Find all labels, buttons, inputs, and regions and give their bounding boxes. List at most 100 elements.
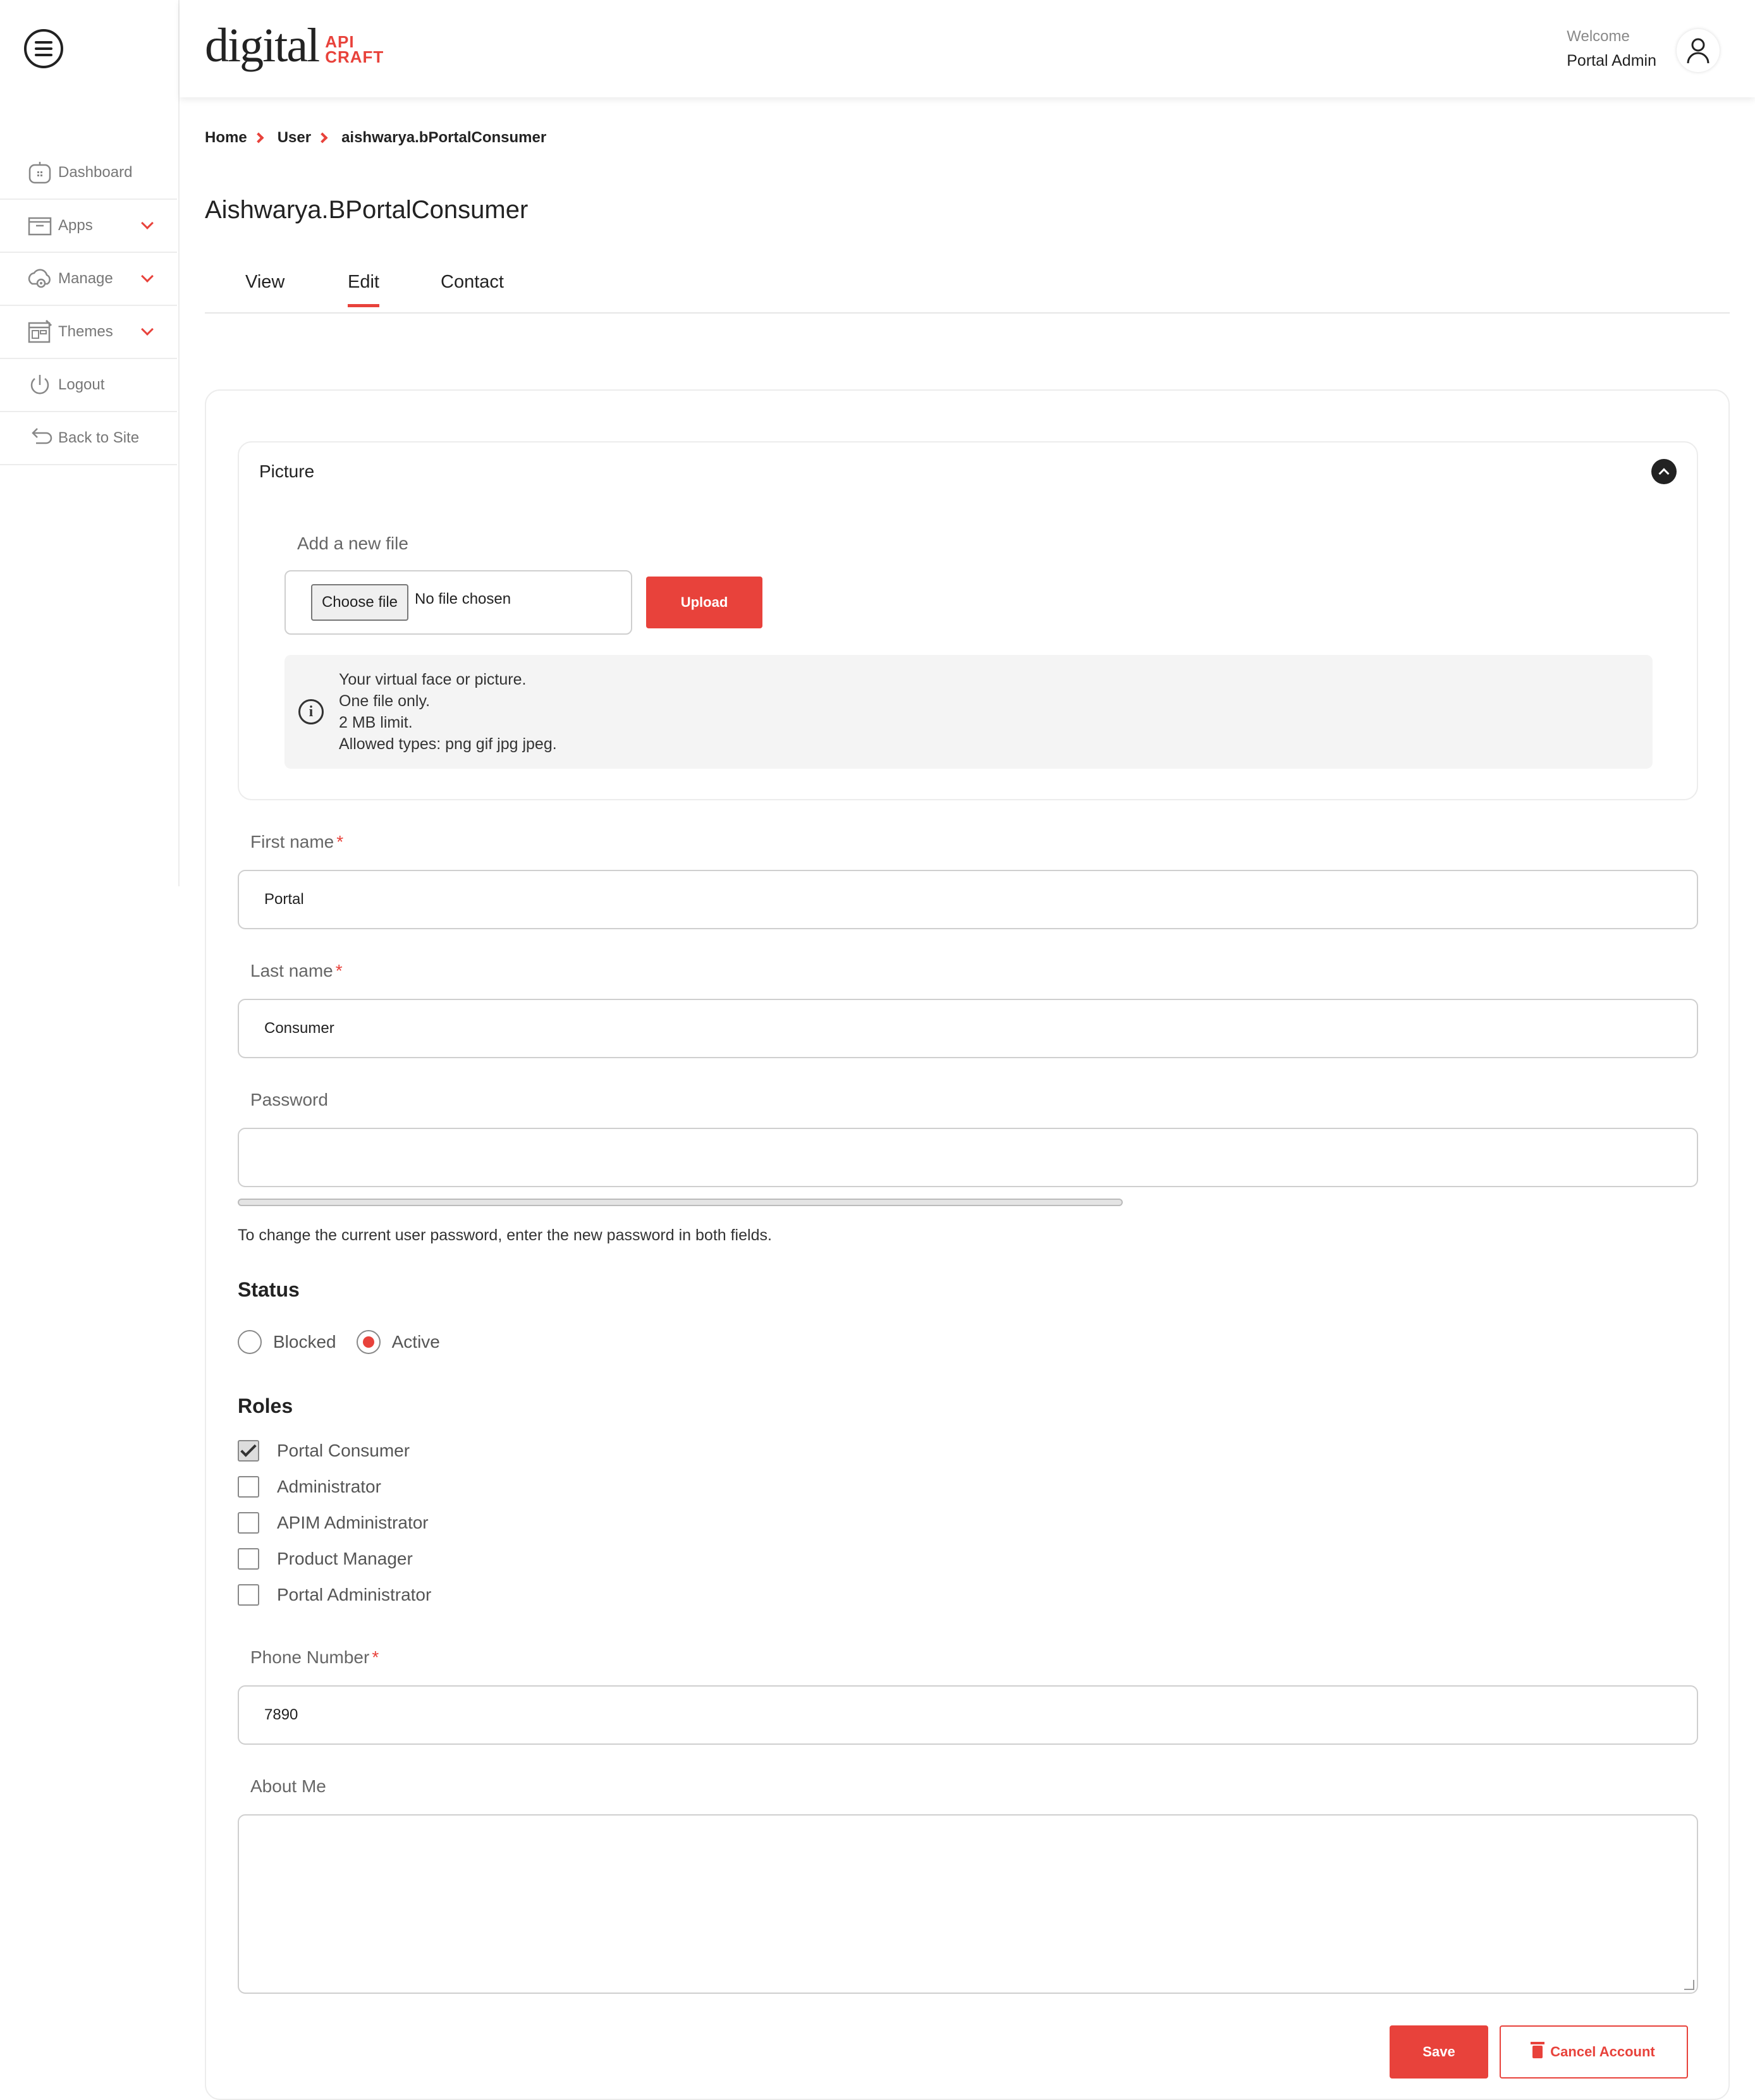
password-strength-bar xyxy=(238,1199,1123,1206)
chevron-up-icon[interactable] xyxy=(1651,459,1677,484)
role-administrator[interactable]: Administrator xyxy=(238,1476,381,1498)
file-input[interactable]: Choose file No file chosen xyxy=(284,570,632,635)
tab-edit[interactable]: Edit xyxy=(348,272,379,307)
chevron-down-icon[interactable] xyxy=(141,270,154,283)
sidebar-item-label: Themes xyxy=(58,323,113,340)
first-name-input[interactable]: Portal xyxy=(238,870,1698,929)
sidebar-item-themes[interactable]: Themes xyxy=(0,306,177,359)
brand-logo[interactable]: digital API CRAFT xyxy=(205,21,384,70)
sidebar-item-back-to-site[interactable]: Back to Site xyxy=(0,412,177,465)
picture-title: Picture xyxy=(259,461,315,481)
required-mark: * xyxy=(335,961,343,980)
breadcrumb-home[interactable]: Home xyxy=(205,129,247,147)
password-input[interactable] xyxy=(238,1128,1698,1187)
phone-label-text: Phone Number xyxy=(250,1647,370,1667)
sidebar-item-label: Manage xyxy=(58,270,113,287)
logo-sub-line2: CRAFT xyxy=(325,47,384,66)
tab-view[interactable]: View xyxy=(245,272,284,304)
user-avatar-icon[interactable] xyxy=(1677,29,1720,72)
status-active-label[interactable]: Active xyxy=(392,1332,440,1352)
themes-icon xyxy=(27,319,53,345)
edit-form-card: Picture Add a new file Choose file No fi… xyxy=(205,389,1730,2100)
info-icon: i xyxy=(298,699,324,724)
save-button[interactable]: Save xyxy=(1390,2025,1488,2079)
role-product-manager[interactable]: Product Manager xyxy=(238,1548,413,1570)
user-name: Portal Admin xyxy=(1567,52,1656,70)
roles-heading: Roles xyxy=(238,1395,293,1417)
resize-handle-icon[interactable] xyxy=(1684,1980,1694,1990)
password-help-text: To change the current user password, ent… xyxy=(238,1226,772,1244)
choose-file-button[interactable]: Choose file xyxy=(311,584,408,621)
info-line: Allowed types: png gif jpg jpeg. xyxy=(339,735,557,753)
sidebar-item-label: Logout xyxy=(58,376,105,393)
role-label: APIM Administrator xyxy=(277,1513,429,1532)
role-checkbox[interactable] xyxy=(238,1548,259,1570)
sidebar-item-dashboard[interactable]: Dashboard xyxy=(0,147,177,200)
sidebar-nav: Dashboard Apps Manage Themes Logout Back… xyxy=(0,147,177,465)
role-checkbox[interactable] xyxy=(238,1512,259,1534)
picture-panel: Picture Add a new file Choose file No fi… xyxy=(238,441,1698,800)
sidebar-item-label: Dashboard xyxy=(58,164,133,181)
role-portal-administrator[interactable]: Portal Administrator xyxy=(238,1584,431,1606)
tab-bar: View Edit Contact xyxy=(205,266,1730,314)
logo-subtext: API CRAFT xyxy=(325,34,384,66)
sidebar-item-apps[interactable]: Apps xyxy=(0,200,177,253)
sidebar-item-logout[interactable]: Logout xyxy=(0,359,177,412)
chevron-right-icon xyxy=(253,132,264,143)
status-heading: Status xyxy=(238,1278,300,1301)
first-name-label-text: First name xyxy=(250,832,334,852)
add-file-label: Add a new file xyxy=(297,534,408,553)
page-title: Aishwarya.BPortalConsumer xyxy=(205,196,529,224)
cancel-account-label: Cancel Account xyxy=(1550,2044,1655,2060)
breadcrumb: Home User aishwarya.bPortalConsumer xyxy=(205,129,546,147)
cancel-account-button[interactable]: Cancel Account xyxy=(1500,2025,1688,2079)
status-radio-group: Blocked Active xyxy=(238,1330,460,1354)
role-checkbox[interactable] xyxy=(238,1584,259,1606)
about-me-textarea[interactable] xyxy=(238,1814,1698,1994)
welcome-label: Welcome xyxy=(1567,28,1630,45)
welcome-block: Welcome Portal Admin xyxy=(1567,28,1656,70)
role-portal-consumer[interactable]: Portal Consumer xyxy=(238,1440,410,1462)
role-checkbox[interactable] xyxy=(238,1440,259,1462)
breadcrumb-current: aishwarya.bPortalConsumer xyxy=(341,129,547,146)
last-name-label: Last name * xyxy=(250,961,343,981)
trash-icon xyxy=(1531,2042,1545,2058)
first-name-label: First name * xyxy=(250,832,343,852)
role-apim-administrator[interactable]: APIM Administrator xyxy=(238,1512,429,1534)
password-label: Password xyxy=(250,1090,328,1109)
status-active-radio[interactable] xyxy=(356,1330,381,1354)
power-icon xyxy=(27,372,53,398)
picture-info-text: Your virtual face or picture. One file o… xyxy=(339,669,557,755)
logo-text: digital xyxy=(205,19,320,72)
info-line: Your virtual face or picture. xyxy=(339,671,527,688)
dashboard-icon xyxy=(27,159,53,186)
upload-button[interactable]: Upload xyxy=(646,577,762,628)
top-header: digital API CRAFT Welcome Portal Admin xyxy=(180,0,1755,97)
apps-icon xyxy=(27,212,53,239)
role-checkbox[interactable] xyxy=(238,1476,259,1498)
last-name-input[interactable]: Consumer xyxy=(238,999,1698,1058)
manage-icon xyxy=(27,266,53,292)
status-blocked-label[interactable]: Blocked xyxy=(273,1332,336,1352)
status-blocked-radio[interactable] xyxy=(238,1330,262,1354)
sidebar-item-label: Apps xyxy=(58,217,93,234)
breadcrumb-user[interactable]: User xyxy=(278,129,311,147)
role-label: Portal Consumer xyxy=(277,1441,410,1460)
menu-toggle-icon[interactable] xyxy=(24,29,63,68)
no-file-text: No file chosen xyxy=(415,590,511,607)
required-mark: * xyxy=(372,1647,379,1667)
required-mark: * xyxy=(336,832,344,852)
sidebar: Dashboard Apps Manage Themes Logout Back… xyxy=(0,0,180,886)
sidebar-item-label: Back to Site xyxy=(58,429,140,446)
chevron-down-icon[interactable] xyxy=(141,217,154,229)
back-arrow-icon xyxy=(27,425,53,451)
last-name-label-text: Last name xyxy=(250,961,333,980)
picture-info-box: i Your virtual face or picture. One file… xyxy=(284,655,1653,769)
role-label: Portal Administrator xyxy=(277,1585,432,1604)
sidebar-item-manage[interactable]: Manage xyxy=(0,253,177,306)
chevron-down-icon[interactable] xyxy=(141,323,154,336)
role-label: Product Manager xyxy=(277,1549,413,1568)
role-label: Administrator xyxy=(277,1477,381,1496)
phone-input[interactable]: 7890 xyxy=(238,1685,1698,1745)
tab-contact[interactable]: Contact xyxy=(441,272,504,304)
